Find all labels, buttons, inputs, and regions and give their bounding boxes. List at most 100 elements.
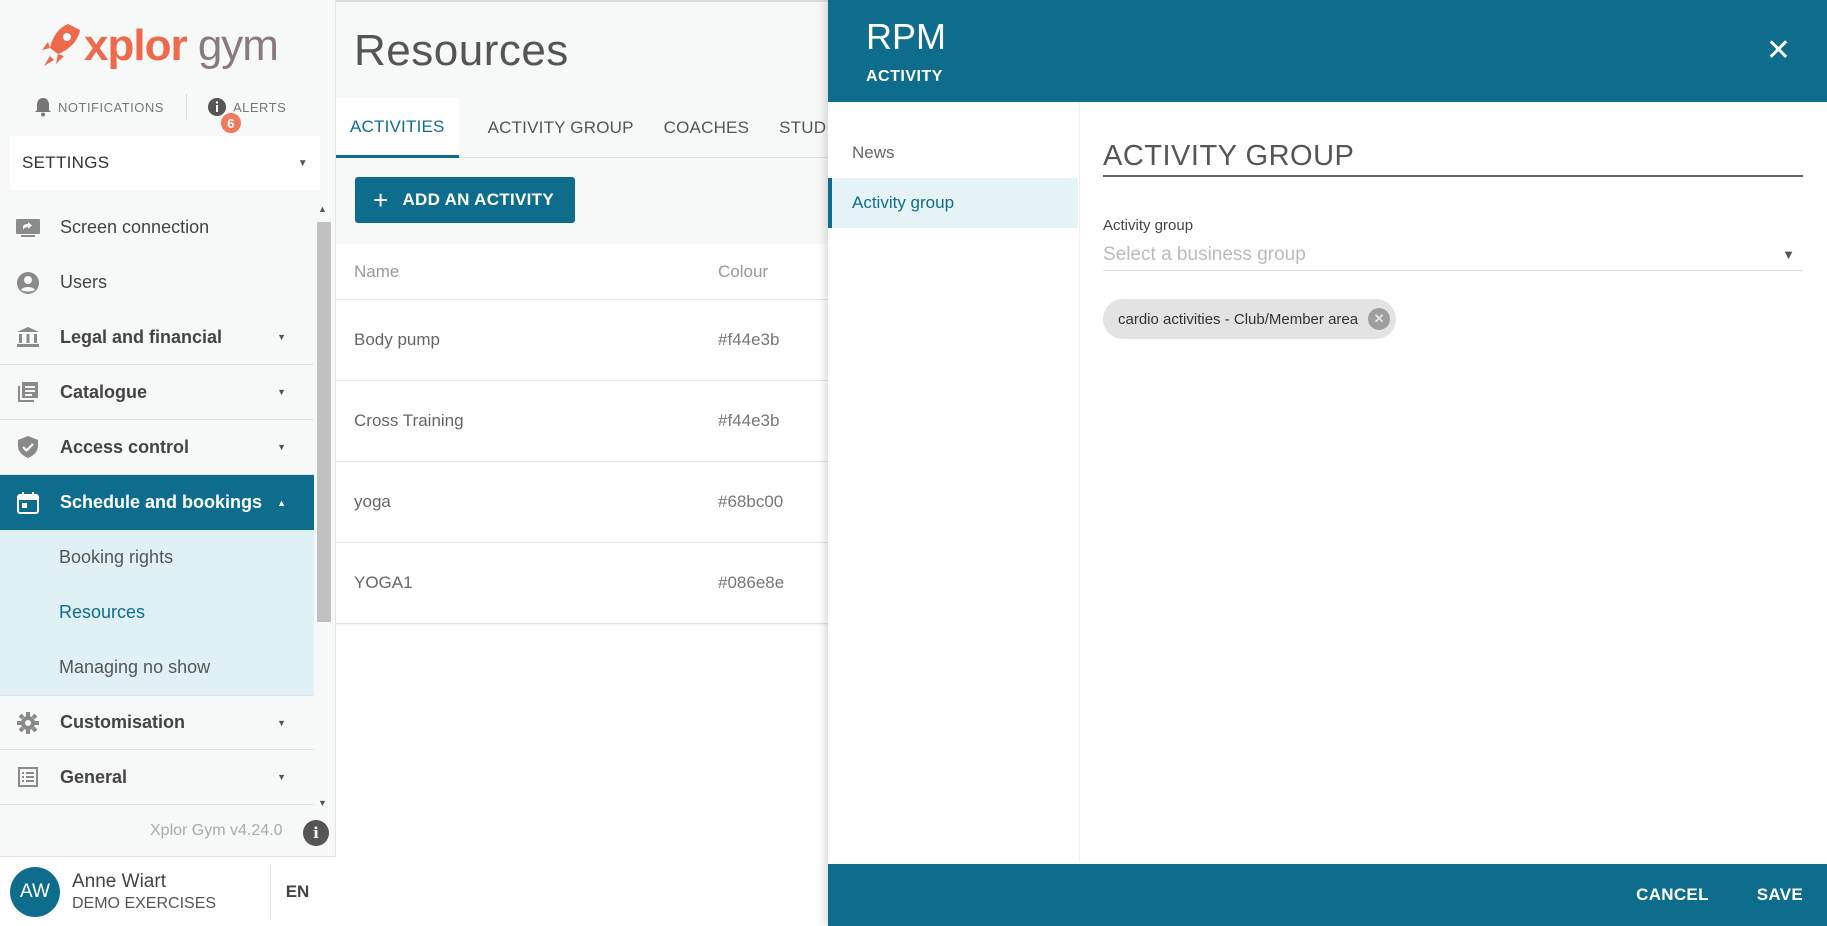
gear-icon [14,709,42,737]
logo-text-gym: gym [197,21,279,70]
rocket-icon [42,24,80,66]
activity-group-label: Activity group [1103,217,1194,234]
sidebar: xplor gym NOTIFICATIONS ALERTS 6 SETTING… [0,0,336,926]
activity-name: YOGA1 [354,573,413,592]
tab-activities[interactable]: ACTIVITIES [336,98,459,158]
settings-select[interactable]: SETTINGS ▼ [10,136,320,190]
table-row[interactable]: Body pump #f44e3b [336,300,828,381]
caret-up-icon: ▲ [277,497,286,508]
activity-group-placeholder: Select a business group [1103,243,1306,265]
scroll-down-icon[interactable]: ▼ [318,798,327,808]
sidebar-subitem-managing-no-show[interactable]: Managing no show [0,640,314,695]
screen-share-icon [14,214,42,242]
caret-down-icon: ▼ [277,387,286,397]
chip-label: cardio activities - Club/Member area [1118,310,1359,328]
close-icon[interactable]: ✕ [1766,36,1791,66]
cancel-button[interactable]: CANCEL [1636,885,1709,905]
user-info[interactable]: Anne Wiart DEMO EXERCISES [72,871,270,913]
sidebar-subitem-booking-rights[interactable]: Booking rights [0,530,314,585]
language-selector[interactable]: EN [270,863,324,920]
plus-icon: + [373,185,389,215]
notifications-label: NOTIFICATIONS [58,99,164,115]
xplor-gym-logo[interactable]: xplor gym [40,18,279,74]
page-title: Resources [354,26,569,75]
table-row[interactable]: YOGA1 #086e8e [336,543,828,624]
sidebar-nav: Screen connection Users Legal and financ… [0,200,314,805]
activity-colour: #68bc00 [718,492,784,511]
sidebar-item-users[interactable]: Users [0,255,314,310]
logo-text-xplor: xplor [84,21,188,70]
panel-nav-news[interactable]: News [828,128,1079,178]
activity-colour: #f44e3b [718,330,780,349]
sidebar-subitem-resources[interactable]: Resources [0,585,314,640]
notification-bar: NOTIFICATIONS ALERTS 6 [34,94,335,135]
remove-chip-icon[interactable]: ✕ [1368,308,1391,330]
selected-group-chip: cardio activities - Club/Member area ✕ [1103,299,1397,339]
panel-nav-activity-group[interactable]: Activity group [828,178,1078,228]
activity-name: Cross Training [354,411,464,430]
sidebar-item-label: Schedule and bookings [60,492,263,512]
activity-colour: #086e8e [718,573,785,592]
user-circle-icon [14,269,42,297]
activities-table: Name Colour Body pump #f44e3b Cross Trai… [336,244,828,624]
panel-subtitle: ACTIVITY [866,68,943,85]
sidebar-item-label: General [60,766,128,787]
sidebar-item-catalogue[interactable]: Catalogue ▼ [0,365,314,420]
add-activity-label: ADD AN ACTIVITY [402,190,554,209]
sidebar-item-label: Users [60,272,108,292]
caret-down-icon: ▼ [277,442,286,452]
add-activity-button[interactable]: + ADD AN ACTIVITY [355,177,575,223]
divider [185,94,187,120]
main-content: Resources ACTIVITIES ACTIVITY GROUP COAC… [336,0,828,926]
activity-edit-panel: RPM ACTIVITY ✕ News Activity group ACTIV… [828,0,1827,926]
panel-footer: CANCEL SAVE [828,864,1827,926]
bell-icon [35,98,51,117]
panel-header: RPM ACTIVITY ✕ [828,0,1827,102]
table-row[interactable]: Cross Training #f44e3b [336,381,828,462]
section-title: ACTIVITY GROUP [1103,140,1803,177]
caret-down-icon: ▼ [297,157,308,169]
notifications-button[interactable]: NOTIFICATIONS [34,97,164,117]
scrollbar-thumb[interactable] [317,222,331,622]
table-background [336,626,828,926]
avatar[interactable]: AW [10,866,60,917]
column-header-name[interactable]: Name [336,262,718,282]
user-bar: AW Anne Wiart DEMO EXERCISES EN [0,856,336,926]
sidebar-item-schedule-bookings[interactable]: Schedule and bookings ▲ [0,475,314,530]
tab-activity-group[interactable]: ACTIVITY GROUP [473,98,649,158]
settings-label: SETTINGS [22,153,110,172]
list-icon [14,763,42,791]
sidebar-item-label: Screen connection [60,217,210,237]
sidebar-item-label: Customisation [60,712,186,732]
sidebar-item-general[interactable]: General ▼ [0,750,314,805]
sidebar-item-customisation[interactable]: Customisation ▼ [0,695,314,750]
sidebar-item-label: Legal and financial [60,326,223,347]
sidebar-item-label: Catalogue [60,381,148,402]
bank-icon [14,323,42,351]
sidebar-item-access-control[interactable]: Access control ▼ [0,420,314,475]
save-button[interactable]: SAVE [1757,885,1803,905]
caret-down-icon: ▼ [277,332,286,342]
activity-name: Body pump [354,330,440,349]
activity-name: yoga [354,492,391,511]
user-name: Anne Wiart [72,870,166,892]
table-row[interactable]: yoga #68bc00 [336,462,828,543]
activity-group-select[interactable]: Select a business group ▼ [1103,239,1803,271]
alerts-button[interactable]: ALERTS 6 [207,97,287,135]
calendar-icon [14,489,42,517]
panel-nav: News Activity group [828,102,1080,862]
table-header: Name Colour [336,244,828,300]
sidebar-item-screen-connection[interactable]: Screen connection [0,200,314,255]
alerts-label: ALERTS [232,99,287,115]
tab-coaches[interactable]: COACHES [649,98,764,158]
shield-check-icon [14,433,42,461]
version-info-icon[interactable]: i [303,820,329,846]
sidebar-item-legal-financial[interactable]: Legal and financial ▼ [0,310,314,365]
caret-down-icon: ▼ [277,717,286,728]
caret-down-icon: ▼ [1782,247,1795,262]
sidebar-submenu: Booking rights Resources Managing no sho… [0,530,314,695]
column-header-colour[interactable]: Colour [718,262,768,282]
scroll-up-icon[interactable]: ▲ [318,204,327,214]
sidebar-scrollbar[interactable]: ▲ ▼ [314,200,334,810]
resource-tabs: ACTIVITIES ACTIVITY GROUP COACHES STUD [336,98,828,158]
